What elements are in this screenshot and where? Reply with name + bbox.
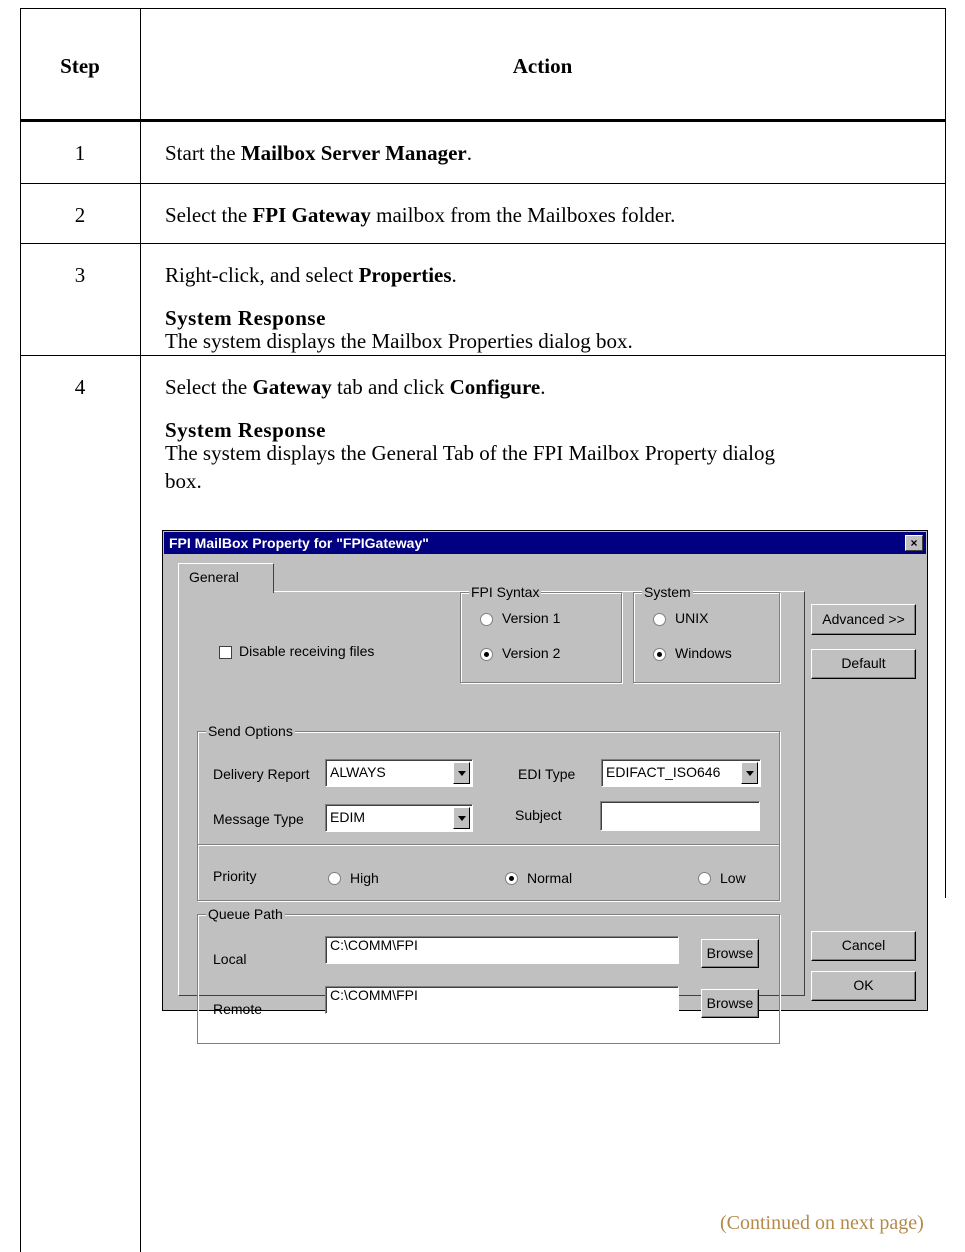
disable-receiving-label: Disable receiving files [239, 643, 375, 659]
step-2-bold: FPI Gateway [252, 203, 371, 227]
step-1-action: Start the Mailbox Server Manager. [165, 140, 472, 166]
step-3-text-end: . [451, 263, 457, 287]
remote-label: Remote [213, 1001, 263, 1017]
delivery-report-value: ALWAYS [330, 764, 386, 780]
priority-label: Priority [213, 868, 257, 884]
step-3-bold: Properties [358, 263, 452, 287]
local-browse-button[interactable]: Browse [701, 939, 759, 968]
step-3-text: Right-click, and select [165, 263, 359, 287]
queue-path-label: Queue Path [206, 906, 285, 922]
chevron-down-icon[interactable] [741, 762, 758, 784]
chevron-down-icon[interactable] [453, 807, 470, 829]
fpi-mailbox-property-dialog: FPI MailBox Property for "FPIGateway" × … [162, 530, 928, 1044]
remote-path-input[interactable]: C:\COMM\FPI [325, 986, 679, 1014]
edi-type-value: EDIFACT_ISO646 [606, 764, 721, 780]
step-2-action: Select the FPI Gateway mailbox from the … [165, 202, 675, 228]
system-label: System [642, 584, 693, 600]
priority-low-radio[interactable] [698, 872, 711, 885]
ok-button[interactable]: OK [811, 971, 916, 1001]
step-number-2: 2 [74, 203, 86, 227]
queue-path-group: Queue Path [197, 906, 780, 1044]
step-4-response-line-1: The system displays the General Tab of t… [165, 441, 775, 465]
chevron-down-icon[interactable] [453, 762, 470, 784]
system-group: System [633, 584, 780, 683]
priority-separator [198, 844, 779, 846]
message-type-value: EDIM [330, 809, 365, 825]
version-1-label: Version 1 [502, 610, 561, 626]
delivery-report-select[interactable]: ALWAYS [325, 759, 473, 787]
version-2-label: Version 2 [502, 645, 561, 661]
table-top-border [20, 8, 946, 9]
delivery-report-label: Delivery Report [213, 766, 310, 782]
row-2-rule [20, 243, 946, 244]
message-type-label: Message Type [213, 811, 304, 827]
unix-label: UNIX [675, 610, 709, 626]
message-type-select[interactable]: EDIM [325, 804, 473, 832]
close-icon[interactable]: × [905, 535, 923, 551]
step-3-response-text: The system displays the Mailbox Properti… [165, 329, 633, 353]
dialog-title: FPI MailBox Property for "FPIGateway" [169, 535, 429, 551]
step-number-1: 1 [74, 141, 86, 165]
step-number-4: 4 [74, 375, 86, 399]
tab-general[interactable]: General [178, 563, 274, 593]
header-step: Step [60, 54, 100, 78]
local-path-input[interactable]: C:\COMM\FPI [325, 936, 679, 964]
step-4-response-line-2: box. [165, 469, 202, 493]
step-1-text-end: . [466, 141, 472, 165]
cancel-button[interactable]: Cancel [811, 931, 916, 961]
priority-high-radio[interactable] [328, 872, 341, 885]
row-1-rule [20, 183, 946, 184]
header-bottom-rule [20, 119, 946, 122]
fpi-syntax-label: FPI Syntax [469, 584, 542, 600]
step-4-text-mid: tab and click [331, 375, 450, 399]
subject-input[interactable] [600, 801, 760, 831]
edi-type-label: EDI Type [518, 766, 576, 782]
version-1-radio[interactable] [480, 613, 493, 626]
step-4-action: Select the Gateway tab and click Configu… [165, 374, 545, 400]
windows-label: Windows [675, 645, 732, 661]
dialog-title-bar: FPI MailBox Property for "FPIGateway" × [164, 532, 926, 554]
disable-receiving-checkbox[interactable] [219, 646, 232, 659]
table-left-border [20, 8, 21, 1252]
step-4-text-end: . [540, 375, 546, 399]
priority-normal-radio[interactable] [505, 872, 518, 885]
default-button[interactable]: Default [811, 649, 916, 679]
version-2-radio[interactable] [480, 648, 493, 661]
step-4-bold: Gateway [252, 375, 332, 399]
edi-type-select[interactable]: EDIFACT_ISO646 [601, 759, 761, 787]
step-3-action: Right-click, and select Properties. [165, 262, 457, 288]
fpi-syntax-group: FPI Syntax [460, 584, 622, 683]
subject-label: Subject [515, 807, 562, 823]
step-1-bold: Mailbox Server Manager [240, 141, 467, 165]
priority-high-label: High [350, 870, 379, 886]
step-2-text-end: mailbox from the Mailboxes folder. [370, 203, 676, 227]
priority-low-label: Low [720, 870, 746, 886]
local-label: Local [213, 951, 247, 967]
unix-radio[interactable] [653, 613, 666, 626]
windows-radio[interactable] [653, 648, 666, 661]
advanced-button[interactable]: Advanced >> [811, 604, 916, 635]
remote-browse-button[interactable]: Browse [701, 989, 759, 1018]
step-4-text: Select the [165, 375, 253, 399]
send-options-label: Send Options [206, 723, 295, 739]
header-action: Action [512, 54, 573, 78]
step-number-3: 3 [74, 263, 86, 287]
table-right-border [945, 8, 946, 898]
step-2-text: Select the [165, 203, 253, 227]
continued-note: (Continued on next page) [720, 1212, 924, 1234]
row-3-rule [20, 355, 946, 356]
step-4-bold-2: Configure [449, 375, 541, 399]
priority-normal-label: Normal [527, 870, 573, 886]
table-column-divider [140, 8, 141, 1252]
step-1-text: Start the [165, 141, 241, 165]
